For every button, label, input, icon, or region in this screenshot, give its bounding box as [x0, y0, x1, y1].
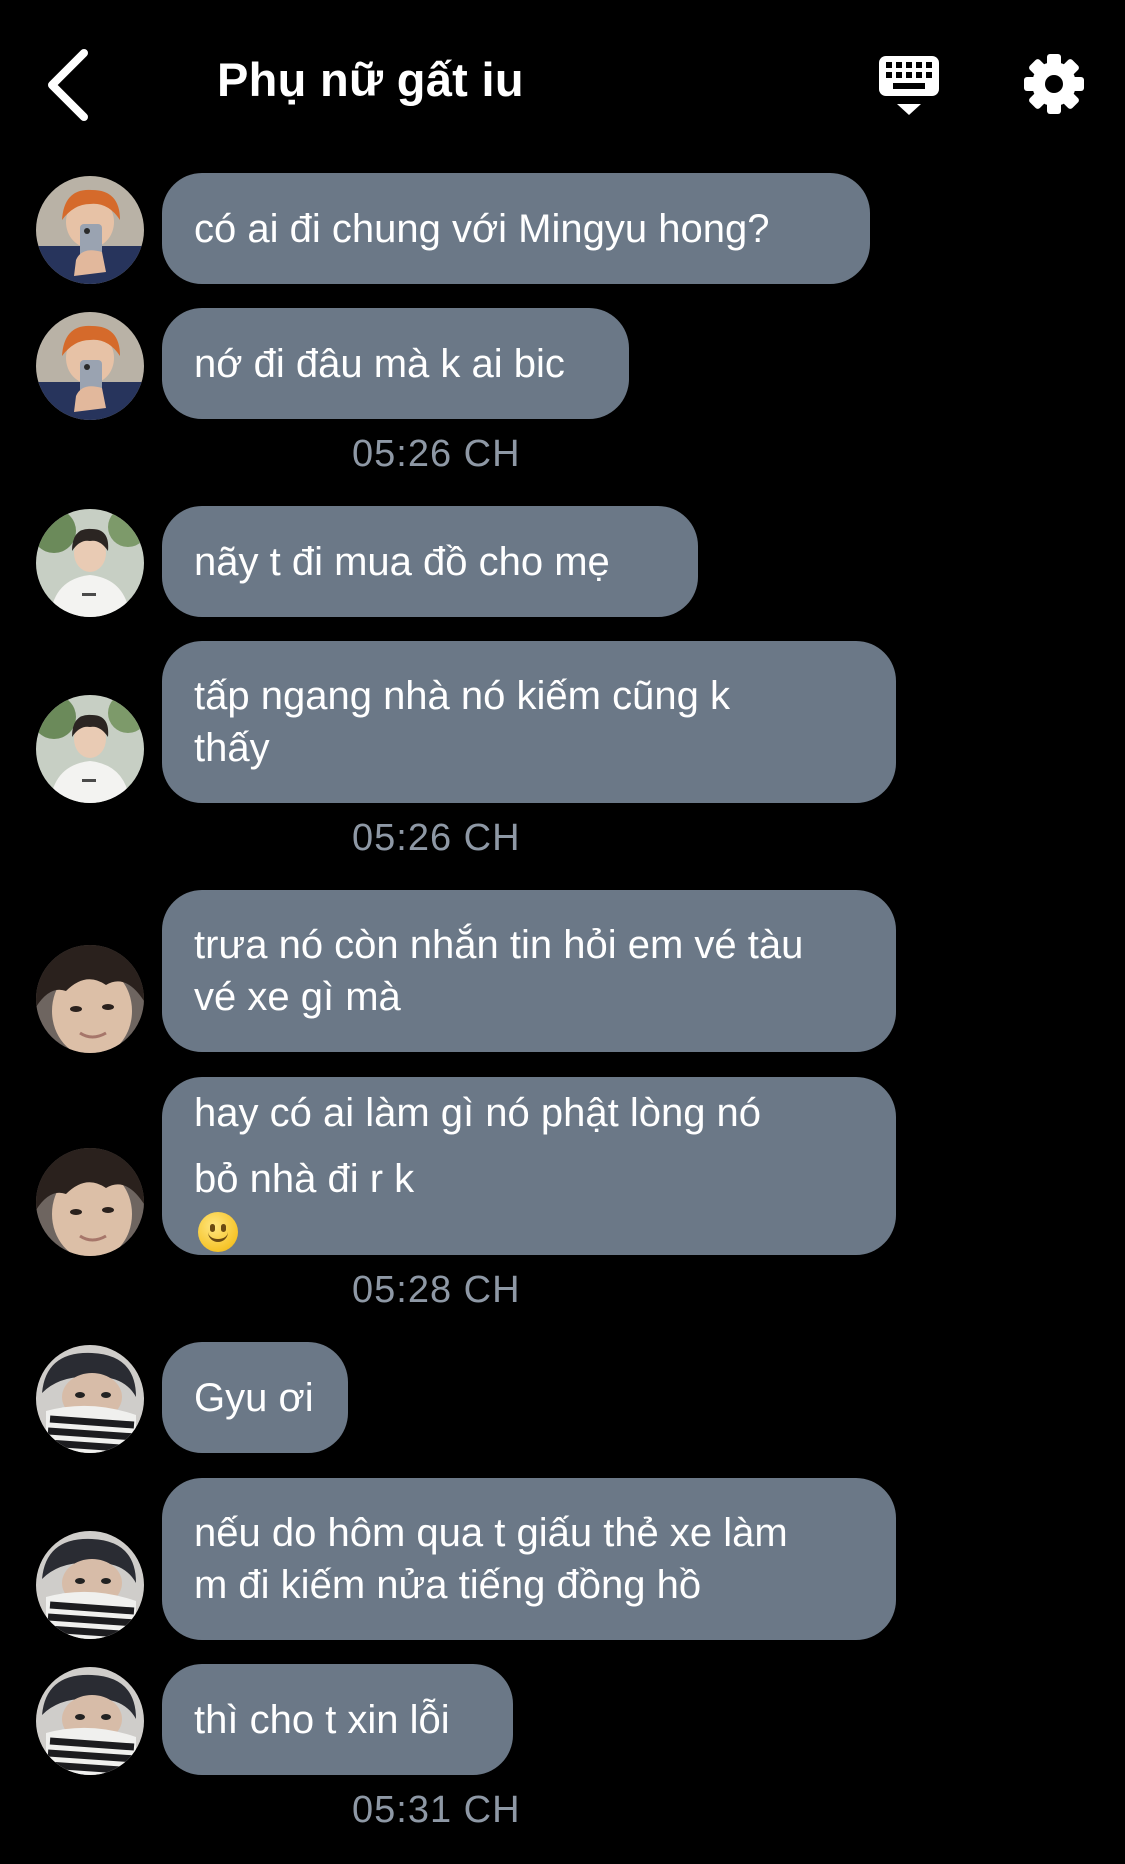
message-bubble[interactable]: Gyu ơi — [162, 1342, 348, 1453]
message-text: nớ đi đâu mà k ai bic — [194, 341, 565, 386]
avatar[interactable] — [36, 176, 144, 284]
message-bubble[interactable]: hay có ai làm gì nó phật lòng nó bỏ nhà … — [162, 1077, 896, 1255]
keyboard-icon[interactable] — [876, 52, 942, 118]
message-bubble[interactable]: trưa nó còn nhắn tin hỏi em vé tàu vé xe… — [162, 890, 896, 1052]
chat-header: Phụ nữ gất iu — [0, 0, 1125, 165]
message-text: bỏ nhà đi r k — [194, 1157, 415, 1201]
message-text: thì cho t xin lỗi — [194, 1697, 450, 1742]
message-text-line: vé xe gì mà — [194, 975, 401, 1019]
slightly-smiling-face-emoji — [198, 1212, 238, 1252]
avatar[interactable] — [36, 1667, 144, 1775]
avatar[interactable] — [36, 1148, 144, 1256]
message-text-line: m đi kiếm nửa tiếng đồng hồ — [194, 1563, 702, 1607]
message-text-line: tấp ngang nhà nó kiếm cũng k — [194, 674, 730, 718]
message-text-line: hay có ai làm gì nó phật lòng nó — [194, 1091, 762, 1135]
message-text-line: bỏ nhà đi r k — [194, 1146, 761, 1252]
message-text-line: nếu do hôm qua t giấu thẻ xe làm — [194, 1511, 788, 1555]
message-text: có ai đi chung với Mingyu hong? — [194, 206, 770, 251]
avatar[interactable] — [36, 945, 144, 1053]
message-text: nãy t đi mua đồ cho mẹ — [194, 539, 610, 584]
avatar[interactable] — [36, 1531, 144, 1639]
message-timestamp: 05:26 CH — [352, 433, 521, 475]
message-bubble[interactable]: nớ đi đâu mà k ai bic — [162, 308, 629, 419]
message-timestamp: 05:31 CH — [352, 1789, 521, 1831]
avatar[interactable] — [36, 695, 144, 803]
message-timestamp: 05:26 CH — [352, 817, 521, 859]
message-timestamp: 05:28 CH — [352, 1269, 521, 1311]
message-bubble[interactable]: tấp ngang nhà nó kiếm cũng k thấy — [162, 641, 896, 803]
chat-title: Phụ nữ gất iu — [217, 53, 524, 106]
message-text-line: thấy — [194, 726, 270, 770]
avatar[interactable] — [36, 1345, 144, 1453]
message-bubble[interactable]: thì cho t xin lỗi — [162, 1664, 513, 1775]
chevron-left-icon[interactable] — [40, 45, 100, 125]
gear-icon[interactable] — [1022, 52, 1086, 116]
avatar[interactable] — [36, 509, 144, 617]
message-bubble[interactable]: có ai đi chung với Mingyu hong? — [162, 173, 870, 284]
message-bubble[interactable]: nãy t đi mua đồ cho mẹ — [162, 506, 698, 617]
message-bubble[interactable]: nếu do hôm qua t giấu thẻ xe làm m đi ki… — [162, 1478, 896, 1640]
avatar[interactable] — [36, 312, 144, 420]
message-text-line: trưa nó còn nhắn tin hỏi em vé tàu — [194, 923, 804, 967]
message-text: Gyu ơi — [194, 1375, 314, 1420]
